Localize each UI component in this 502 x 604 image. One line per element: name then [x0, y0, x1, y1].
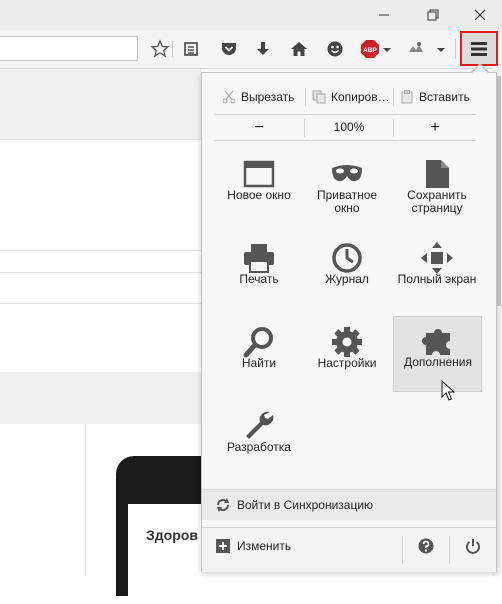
print-button[interactable]: Печать	[215, 234, 303, 310]
settings-button[interactable]: Настройки	[303, 318, 391, 394]
grid-label: Дополнения	[404, 355, 472, 369]
download-icon[interactable]	[253, 39, 273, 59]
copy-button[interactable]: Копиров…	[312, 84, 390, 110]
zoom-out-button[interactable]: −	[214, 115, 304, 141]
open-menu-button[interactable]	[460, 31, 498, 66]
toolbar-separator	[455, 39, 456, 59]
grid-label: Новое окно	[227, 188, 291, 202]
title-bar	[0, 0, 502, 30]
phone-heading-text: Здоров	[146, 527, 198, 543]
edit-separator	[305, 88, 306, 106]
paste-icon	[401, 90, 413, 104]
grid-label: Сохранить страницу	[407, 188, 467, 215]
page-divider	[0, 250, 201, 251]
quit-button[interactable]	[450, 528, 496, 572]
cut-button[interactable]: Вырезать	[222, 84, 294, 110]
private-window-button[interactable]: Приватное окно	[303, 150, 391, 226]
fullscreen-button[interactable]: Полный экран	[393, 234, 481, 310]
grid-label: Печать	[239, 272, 279, 286]
page-divider	[0, 272, 201, 273]
edit-controls: Вырезать Копиров… Вставить	[214, 84, 476, 110]
developer-button[interactable]: Разработка	[215, 402, 303, 478]
grid-label: Полный экран	[397, 272, 477, 286]
home-icon[interactable]	[289, 39, 309, 59]
sync-label: Войти в Синхронизацию	[237, 498, 374, 512]
save-page-icon	[426, 160, 449, 188]
copy-icon	[312, 90, 326, 104]
print-icon	[244, 244, 274, 273]
url-bar[interactable]	[0, 36, 138, 61]
grid-label: Разработка	[227, 440, 291, 454]
nav-toolbar: ABP	[0, 30, 502, 69]
grid-label: Приватное окно	[316, 188, 378, 215]
customize-button[interactable]: Изменить	[202, 528, 402, 572]
menu-icon	[471, 42, 487, 56]
power-icon	[466, 539, 480, 554]
find-icon	[243, 327, 273, 358]
zoom-in-button[interactable]: +	[394, 115, 476, 141]
page-section-band	[0, 372, 201, 424]
paste-button[interactable]: Вставить	[400, 84, 470, 110]
page-divider	[0, 303, 201, 304]
fullscreen-icon	[421, 242, 453, 274]
edit-separator	[393, 88, 394, 106]
panel-divider	[214, 140, 476, 141]
private-mask-icon	[332, 165, 362, 182]
new-window-button[interactable]: Новое окно	[215, 150, 303, 226]
extension-icon[interactable]	[406, 39, 426, 59]
zoom-reset-button[interactable]: 100%	[305, 115, 393, 141]
chevron-down-icon[interactable]	[434, 39, 448, 59]
minimize-icon[interactable]	[370, 4, 398, 26]
star-icon[interactable]	[150, 39, 170, 59]
page-header-band	[0, 69, 201, 139]
grid-label: Найти	[241, 356, 277, 370]
customize-label: Изменить	[237, 539, 292, 553]
page-divider	[0, 139, 201, 140]
reading-list-icon[interactable]	[181, 39, 201, 59]
wrench-icon	[246, 411, 274, 439]
scissors-icon	[222, 90, 236, 104]
new-window-icon	[243, 160, 275, 188]
help-icon	[418, 538, 434, 554]
chevron-down-icon[interactable]	[381, 39, 393, 59]
pocket-icon[interactable]	[219, 39, 239, 59]
history-button[interactable]: Журнал	[303, 234, 391, 310]
grid-label: Настройки	[317, 356, 377, 370]
save-page-button[interactable]: Сохранить страницу	[393, 150, 481, 226]
copy-label: Копиров…	[331, 90, 390, 104]
toolbar-separator	[172, 41, 173, 57]
addons-button[interactable]: Дополнения	[393, 316, 482, 392]
add-icon	[216, 539, 230, 553]
svg-text:ABP: ABP	[363, 47, 377, 54]
zoom-controls: − 100% +	[214, 114, 476, 141]
puzzle-icon	[422, 329, 450, 355]
close-icon[interactable]	[466, 4, 494, 26]
sync-signin-button[interactable]: Войти в Синхронизацию	[202, 489, 496, 520]
panel-arrow-fill	[472, 65, 488, 73]
cut-label: Вырезать	[241, 90, 295, 104]
restore-icon[interactable]	[418, 4, 446, 26]
sync-icon	[217, 498, 229, 512]
page-column-divider	[85, 424, 86, 576]
paste-label: Вставить	[419, 90, 470, 104]
mouse-cursor-icon	[441, 380, 455, 401]
help-button[interactable]	[403, 528, 449, 572]
gear-icon	[332, 327, 362, 357]
history-clock-icon	[332, 243, 362, 273]
emoji-icon[interactable]	[325, 39, 345, 59]
panel-footer: Изменить	[202, 527, 496, 572]
grid-label: Журнал	[325, 272, 369, 286]
find-button[interactable]: Найти	[215, 318, 303, 394]
